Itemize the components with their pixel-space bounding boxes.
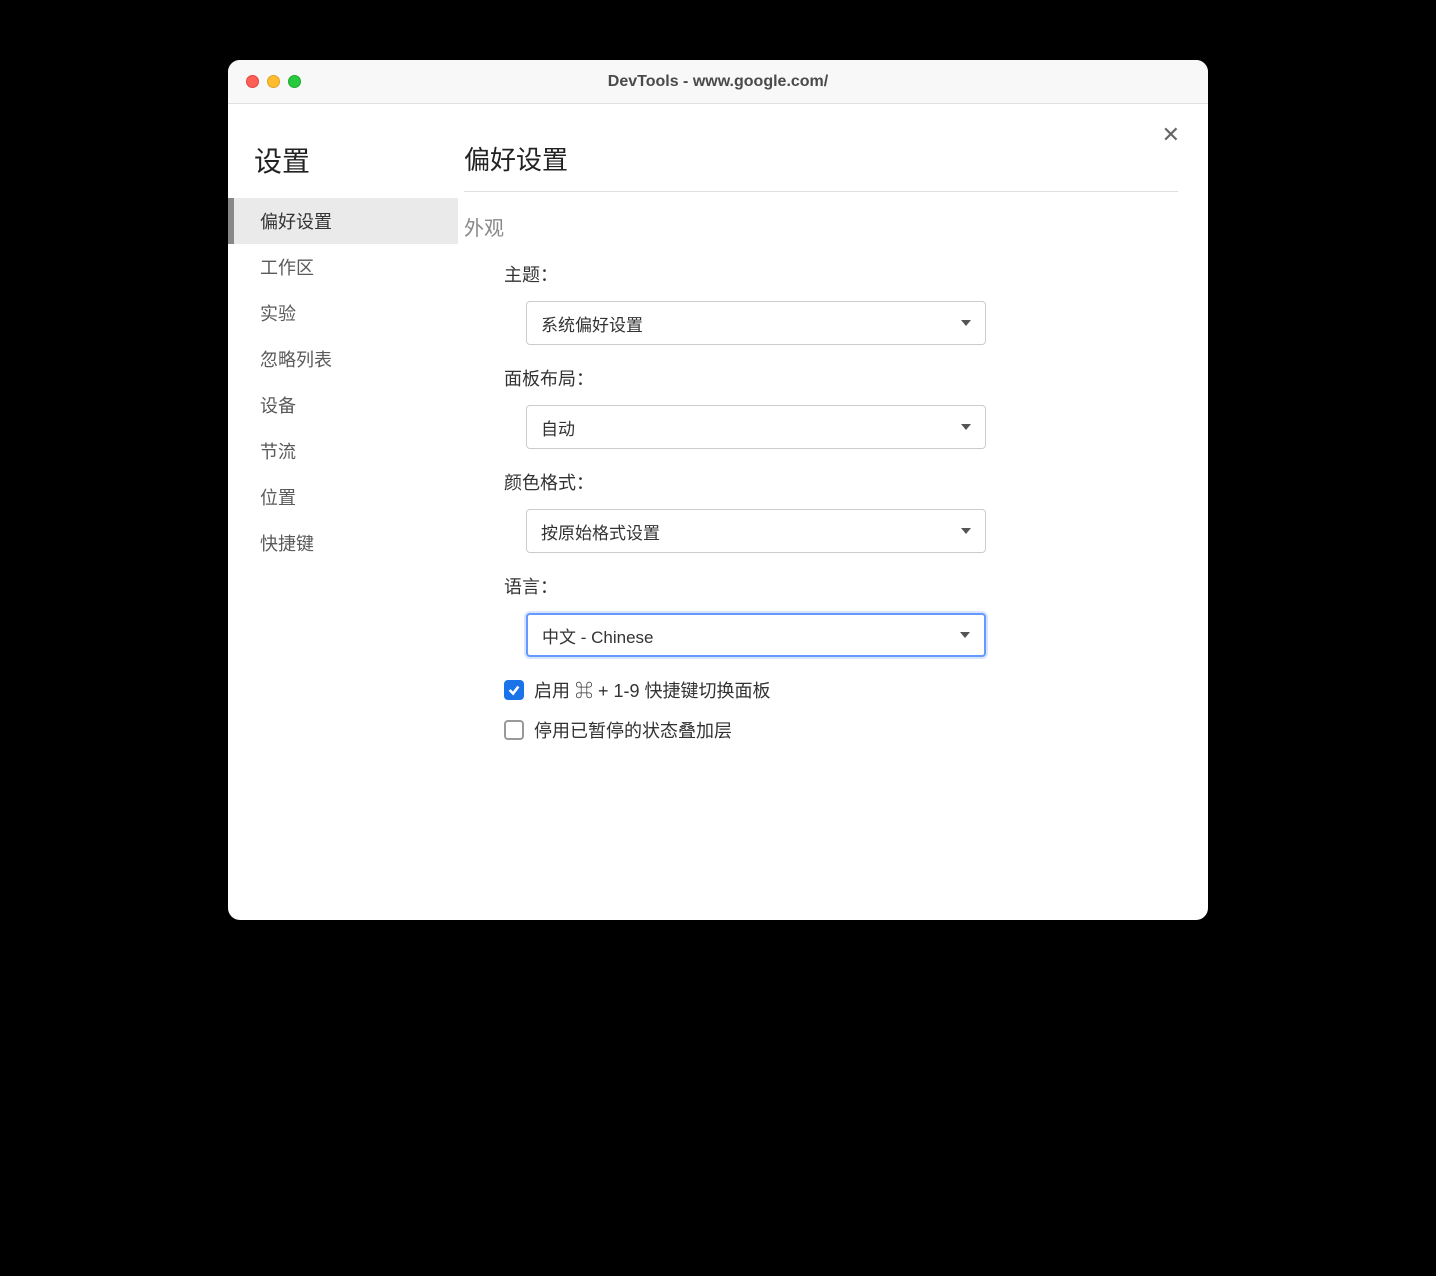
sidebar-title: 设置 <box>228 140 458 198</box>
checkbox-shortcut-panel-row[interactable]: 启用 ⌘ + 1-9 快捷键切换面板 <box>464 677 1178 703</box>
close-icon[interactable]: ✕ <box>1162 124 1180 146</box>
check-icon <box>507 683 521 697</box>
window-close-button[interactable] <box>246 75 259 88</box>
sidebar-item-label: 实验 <box>260 304 296 324</box>
chevron-down-icon <box>961 528 971 534</box>
sidebar-item-throttling[interactable]: 节流 <box>228 428 458 474</box>
sidebar-item-workspace[interactable]: 工作区 <box>228 244 458 290</box>
field-panel-layout: 面板布局： 自动 <box>464 365 1178 449</box>
sidebar-item-label: 工作区 <box>260 258 314 278</box>
panel-layout-select[interactable]: 自动 <box>526 405 986 449</box>
window-fullscreen-button[interactable] <box>288 75 301 88</box>
checkbox-shortcut-panel-label: 启用 ⌘ + 1-9 快捷键切换面板 <box>534 677 771 703</box>
sidebar: 设置 偏好设置 工作区 实验 忽略列表 设备 节流 位置 快捷 <box>228 104 458 920</box>
devtools-settings-window: DevTools - www.google.com/ ✕ 设置 偏好设置 工作区… <box>228 60 1208 920</box>
color-format-select[interactable]: 按原始格式设置 <box>526 509 986 553</box>
traffic-lights <box>228 75 301 88</box>
chevron-down-icon <box>960 632 970 638</box>
field-theme: 主题： 系统偏好设置 <box>464 261 1178 345</box>
theme-select-value: 系统偏好设置 <box>541 311 643 336</box>
settings-content: ✕ 设置 偏好设置 工作区 实验 忽略列表 设备 节流 位置 <box>228 104 1208 920</box>
sidebar-item-shortcuts[interactable]: 快捷键 <box>228 520 458 566</box>
checkbox-paused-overlay-label: 停用已暂停的状态叠加层 <box>534 717 732 743</box>
chevron-down-icon <box>961 424 971 430</box>
sidebar-item-label: 设备 <box>260 396 296 416</box>
chevron-down-icon <box>961 320 971 326</box>
sidebar-item-locations[interactable]: 位置 <box>228 474 458 520</box>
color-format-label: 颜色格式： <box>504 469 1178 495</box>
sidebar-item-preferences[interactable]: 偏好设置 <box>228 198 458 244</box>
sidebar-item-ignore-list[interactable]: 忽略列表 <box>228 336 458 382</box>
field-language: 语言： 中文 - Chinese <box>464 573 1178 657</box>
panel-layout-label: 面板布局： <box>504 365 1178 391</box>
sidebar-item-label: 忽略列表 <box>260 350 332 370</box>
color-format-select-value: 按原始格式设置 <box>541 519 660 544</box>
sidebar-item-label: 节流 <box>260 442 296 462</box>
window-title: DevTools - www.google.com/ <box>228 73 1208 91</box>
theme-label: 主题： <box>504 261 1178 287</box>
sidebar-item-experiments[interactable]: 实验 <box>228 290 458 336</box>
section-heading-appearance: 外观 <box>464 212 1178 241</box>
checkbox-shortcut-panel[interactable] <box>504 680 524 700</box>
window-minimize-button[interactable] <box>267 75 280 88</box>
checkbox-paused-overlay[interactable] <box>504 720 524 740</box>
sidebar-item-label: 快捷键 <box>260 534 314 554</box>
page-title: 偏好设置 <box>464 140 1178 192</box>
checkbox-paused-overlay-row[interactable]: 停用已暂停的状态叠加层 <box>464 717 1178 743</box>
theme-select[interactable]: 系统偏好设置 <box>526 301 986 345</box>
sidebar-item-label: 偏好设置 <box>260 212 332 232</box>
titlebar: DevTools - www.google.com/ <box>228 60 1208 104</box>
main-panel: 偏好设置 外观 主题： 系统偏好设置 面板布局： 自动 <box>458 104 1208 920</box>
panel-layout-select-value: 自动 <box>541 415 575 440</box>
language-select-value: 中文 - Chinese <box>542 623 653 648</box>
sidebar-item-devices[interactable]: 设备 <box>228 382 458 428</box>
sidebar-item-label: 位置 <box>260 488 296 508</box>
language-select[interactable]: 中文 - Chinese <box>526 613 986 657</box>
field-color-format: 颜色格式： 按原始格式设置 <box>464 469 1178 553</box>
language-label: 语言： <box>504 573 1178 599</box>
